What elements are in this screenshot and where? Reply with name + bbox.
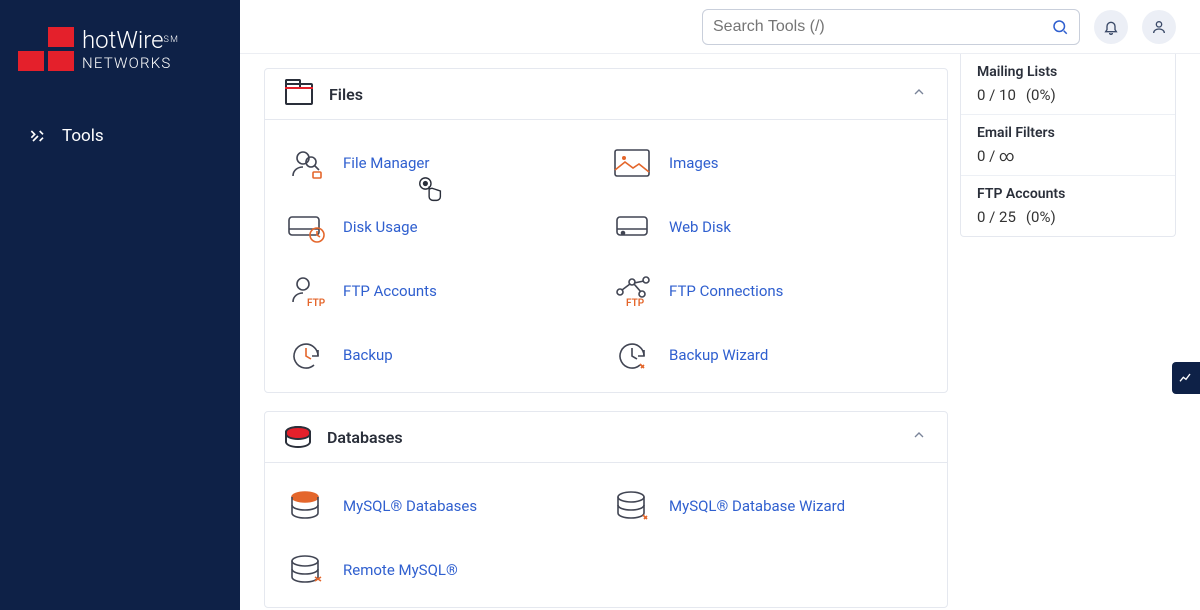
sidebar: hotWireSM NETWORKS Tools xyxy=(0,0,240,610)
sidebar-item-label: Tools xyxy=(62,126,104,146)
svg-text:FTP: FTP xyxy=(307,298,325,308)
panel-title: Databases xyxy=(327,428,403,447)
tool-mysql-databases[interactable]: MySQL® Databases xyxy=(285,477,601,535)
stat-mailing-lists: Mailing Lists 0 / 10(0%) xyxy=(961,54,1175,115)
tool-remote-mysql-[interactable]: Remote MySQL® xyxy=(285,541,601,599)
stat-title: FTP Accounts xyxy=(977,186,1159,202)
tool-label: Backup xyxy=(343,346,393,364)
stat-ftp-accounts: FTP Accounts 0 / 25(0%) xyxy=(961,176,1175,236)
panel-files-header[interactable]: Files xyxy=(265,69,947,120)
chart-icon xyxy=(1178,370,1194,386)
db-wiz-icon xyxy=(611,487,653,525)
search-icon xyxy=(1051,18,1069,36)
logo-mark-icon xyxy=(18,27,74,71)
panel-databases: Databases MySQL® Databases MySQL® Databas… xyxy=(264,411,948,608)
panel-title: Files xyxy=(329,85,363,104)
tool-label: FTP Connections xyxy=(669,282,783,300)
bell-icon xyxy=(1103,19,1119,35)
tool-label: Images xyxy=(669,154,719,172)
db-icon xyxy=(285,487,327,525)
ftp-nodes-icon: FTP xyxy=(611,272,653,310)
disk-icon xyxy=(611,208,653,246)
notifications-button[interactable] xyxy=(1094,10,1128,44)
panel-databases-header[interactable]: Databases xyxy=(265,412,947,463)
tool-label: FTP Accounts xyxy=(343,282,437,300)
svg-text:FTP: FTP xyxy=(626,298,645,308)
stat-value: 0 / ∞ xyxy=(977,147,1159,165)
tool-ftp-accounts[interactable]: FTP FTP Accounts xyxy=(285,262,601,320)
tool-mysql-database-wizard[interactable]: MySQL® Database Wizard xyxy=(611,477,927,535)
stat-email-filters: Email Filters 0 / ∞ xyxy=(961,115,1175,176)
image-icon xyxy=(611,144,653,182)
tool-disk-usage[interactable]: Disk Usage xyxy=(285,198,601,256)
tool-label: Remote MySQL® xyxy=(343,561,458,579)
user-icon xyxy=(1151,19,1167,35)
tool-ftp-connections[interactable]: FTP FTP Connections xyxy=(611,262,927,320)
user-lens-icon xyxy=(285,144,327,182)
tool-label: Disk Usage xyxy=(343,218,418,236)
stat-value: 0 / 10(0%) xyxy=(977,86,1159,104)
stats-toggle-tab[interactable] xyxy=(1172,362,1200,394)
brand-logo: hotWireSM NETWORKS xyxy=(0,0,240,82)
database-icon xyxy=(285,426,311,448)
ftp-user-icon: FTP xyxy=(285,272,327,310)
backup-wiz-icon xyxy=(611,336,653,374)
disk-clock-icon xyxy=(285,208,327,246)
sidebar-item-tools[interactable]: Tools xyxy=(0,112,240,160)
stats-card: Mailing Lists 0 / 10(0%) Email Filters 0 / … xyxy=(960,54,1176,237)
chevron-up-icon[interactable] xyxy=(911,427,927,447)
account-button[interactable] xyxy=(1142,10,1176,44)
stat-value: 0 / 25(0%) xyxy=(977,208,1159,226)
stat-title: Email Filters xyxy=(977,125,1159,141)
tool-images[interactable]: Images xyxy=(611,134,927,192)
tool-label: Backup Wizard xyxy=(669,346,768,364)
panel-files: Files File Manager Images Disk Usage Web Di… xyxy=(264,68,948,393)
brand-text: hotWireSM NETWORKS xyxy=(82,26,179,72)
tool-label: MySQL® Database Wizard xyxy=(669,497,845,515)
chevron-up-icon[interactable] xyxy=(911,84,927,104)
tool-web-disk[interactable]: Web Disk xyxy=(611,198,927,256)
tools-icon xyxy=(28,126,48,146)
tool-backup[interactable]: Backup xyxy=(285,326,601,384)
tool-file-manager[interactable]: File Manager xyxy=(285,134,601,192)
tool-label: File Manager xyxy=(343,154,429,172)
search-box[interactable] xyxy=(702,9,1080,45)
stat-title: Mailing Lists xyxy=(977,64,1159,80)
search-input[interactable] xyxy=(713,18,1051,36)
folder-icon xyxy=(285,83,313,105)
tool-label: MySQL® Databases xyxy=(343,497,477,515)
header xyxy=(240,0,1200,54)
backup-icon xyxy=(285,336,327,374)
tool-label: Web Disk xyxy=(669,218,731,236)
db-remote-icon xyxy=(285,551,327,589)
tool-backup-wizard[interactable]: Backup Wizard xyxy=(611,326,927,384)
